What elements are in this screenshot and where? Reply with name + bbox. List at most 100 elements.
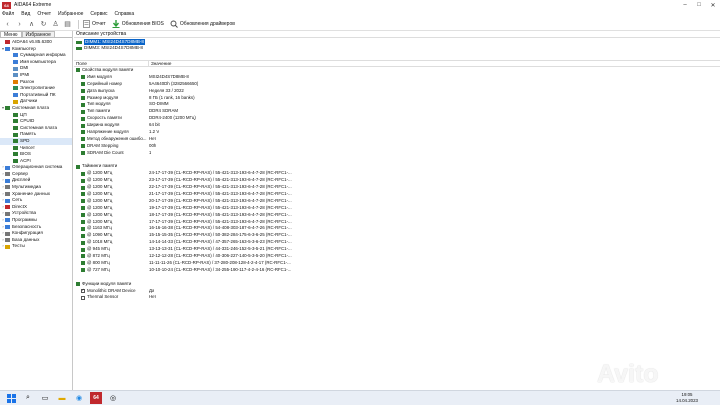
- maximize-icon[interactable]: □: [692, 0, 706, 10]
- property-row[interactable]: Скорость памяти DDR4-2400 (1200 МГц): [74, 115, 720, 122]
- tab-favorites[interactable]: Избранное: [21, 31, 55, 38]
- tree-item[interactable]: › Сеть: [0, 197, 72, 204]
- property-row[interactable]: @ 1200 МГц 22-17-17-39 (CL-RCD-RP-RAS) / …: [74, 184, 720, 191]
- property-row[interactable]: Thermal Sensor Нет: [74, 294, 720, 301]
- tree-item[interactable]: SPD: [0, 137, 72, 145]
- tree-item[interactable]: IPMI: [0, 72, 72, 79]
- property-row[interactable]: @ 1200 МГц 17-17-17-39 (CL-RCD-RP-RAS) / …: [74, 219, 720, 226]
- tree-item[interactable]: › Тесты: [0, 243, 72, 250]
- property-row[interactable]: @ 1200 МГц 18-17-17-39 (CL-RCD-RP-RAS) / …: [74, 212, 720, 219]
- tree-item[interactable]: › Безопасность: [0, 224, 72, 231]
- tree-item[interactable]: Датчики: [0, 98, 72, 105]
- property-row[interactable]: @ 945 МГц 13-13-13-31 (CL-RCD-RP-RAS) / 4…: [74, 246, 720, 253]
- tree-item[interactable]: Электропитание: [0, 85, 72, 92]
- refresh-icon[interactable]: ↻: [39, 20, 48, 29]
- menu-service[interactable]: Сервис: [90, 11, 107, 17]
- driver-update-button[interactable]: Обновления драйверов: [170, 20, 235, 28]
- tree-item[interactable]: › DirectX: [0, 204, 72, 211]
- property-row[interactable]: @ 1200 МГц 20-17-17-39 (CL-RCD-RP-RAS) / …: [74, 198, 720, 205]
- tree-item[interactable]: › Сервер: [0, 171, 72, 178]
- menu-view[interactable]: Вид: [21, 11, 30, 17]
- property-row[interactable]: @ 1200 МГц 24-17-17-39 (CL-RCD-RP-RAS) / …: [74, 170, 720, 177]
- property-row[interactable]: @ 872 МГц 12-12-12-28 (CL-RCD-RP-RAS) / 4…: [74, 253, 720, 260]
- tree-item[interactable]: AIDA64 v6.85.6300: [0, 39, 72, 46]
- property-value: 18-17-17-39 (CL-RCD-RP-RAS) / 55-421-313…: [149, 211, 292, 217]
- tree-item[interactable]: ▾ Системная плата: [0, 105, 72, 112]
- section-row[interactable]: Функции модуля памяти: [74, 281, 720, 288]
- device-item-label: DIMM3: MSI24D4S7D8MB-8: [84, 45, 143, 50]
- user-icon[interactable]: ♙: [51, 20, 60, 29]
- tree-item[interactable]: Чипсет: [0, 145, 72, 152]
- tree-item[interactable]: › Мультимедиа: [0, 184, 72, 191]
- property-row[interactable]: Имя модуля MSI24D4S7D8MB-8: [74, 74, 720, 81]
- device-item-dimm3[interactable]: DIMM3: MSI24D4S7D8MB-8: [76, 45, 720, 51]
- property-row[interactable]: ✓ Monolithic DRAM Device Да: [74, 288, 720, 295]
- tree-item[interactable]: Суммарная информа: [0, 52, 72, 59]
- chart-icon[interactable]: ▤: [63, 20, 72, 29]
- disc-icon[interactable]: ◎: [107, 392, 119, 404]
- tree-item[interactable]: › Конфигурация: [0, 230, 72, 237]
- property-row[interactable]: SDRAM Die Count 1: [74, 150, 720, 157]
- forward-icon[interactable]: ›: [15, 20, 24, 29]
- property-row[interactable]: @ 727 МГц 10-10-10-24 (CL-RCD-RP-RAS) / 3…: [74, 267, 720, 274]
- minimize-icon[interactable]: –: [678, 0, 692, 10]
- property-row[interactable]: Серийный номер 5A4640Dh (3282566650): [74, 81, 720, 88]
- property-row[interactable]: DRAM Stepping 00h: [74, 143, 720, 150]
- property-row[interactable]: @ 1200 МГц 21-17-17-39 (CL-RCD-RP-RAS) / …: [74, 191, 720, 198]
- tree-item[interactable]: › База данных: [0, 237, 72, 244]
- file-explorer-icon[interactable]: ▬: [56, 392, 68, 404]
- tree-item[interactable]: CPUID: [0, 118, 72, 125]
- tree-item[interactable]: ACPI: [0, 158, 72, 165]
- tree-item[interactable]: › Хранение данных: [0, 191, 72, 198]
- bios-update-button[interactable]: Обновления BIOS: [112, 20, 164, 28]
- property-row[interactable]: Метод обнаружения ошибо... Нет: [74, 136, 720, 143]
- tree-item[interactable]: Портативный ПК: [0, 92, 72, 99]
- property-row[interactable]: [74, 157, 720, 164]
- task-view-icon[interactable]: ▭: [39, 392, 51, 404]
- tree-item[interactable]: ▾ Компьютер: [0, 46, 72, 53]
- property-row[interactable]: @ 1163 МГц 16-16-16-38 (CL-RCD-RP-RAS) / …: [74, 225, 720, 232]
- up-icon[interactable]: ∧: [27, 20, 36, 29]
- property-row[interactable]: @ 1090 МГц 15-15-15-35 (CL-RCD-RP-RAS) / …: [74, 232, 720, 239]
- tree-item[interactable]: › Дисплей: [0, 177, 72, 184]
- tree-item[interactable]: Имя компьютера: [0, 59, 72, 66]
- menu-file[interactable]: Файл: [2, 11, 14, 17]
- tree-item[interactable]: Системная плата: [0, 125, 72, 132]
- tree-item[interactable]: › Устройства: [0, 210, 72, 217]
- section-row[interactable]: Свойства модуля памяти: [74, 67, 720, 74]
- tab-menu[interactable]: Меню: [0, 31, 22, 38]
- menu-favorites[interactable]: Избранное: [58, 11, 83, 17]
- edge-browser-icon[interactable]: ◉: [73, 392, 85, 404]
- property-row[interactable]: Ширина модуля 64 bit: [74, 122, 720, 129]
- column-header-field[interactable]: Поле: [74, 61, 149, 66]
- tree-item[interactable]: BIOS: [0, 151, 72, 158]
- menu-help[interactable]: Справка: [115, 11, 135, 17]
- tree-item[interactable]: ЦП: [0, 112, 72, 119]
- property-value: 22-17-17-39 (CL-RCD-RP-RAS) / 55-421-313…: [149, 184, 292, 190]
- report-button[interactable]: Отчет: [82, 20, 106, 28]
- property-row[interactable]: [74, 274, 720, 281]
- tree-item[interactable]: › Программы: [0, 217, 72, 224]
- tree-item[interactable]: DMI: [0, 65, 72, 72]
- system-clock[interactable]: 19:05 14.04.2023: [676, 392, 698, 403]
- property-row[interactable]: Дата выпуска Неделя 33 / 2022: [74, 88, 720, 95]
- property-row[interactable]: @ 1200 МГц 19-17-17-39 (CL-RCD-RP-RAS) / …: [74, 205, 720, 212]
- property-row[interactable]: Тип модуля SO-DIMM: [74, 101, 720, 108]
- close-icon[interactable]: ✕: [706, 0, 720, 10]
- property-row[interactable]: Напряжение модуля 1.2 V: [74, 129, 720, 136]
- tree-item[interactable]: Память: [0, 131, 72, 138]
- property-row[interactable]: Тип памяти DDR4 SDRAM: [74, 108, 720, 115]
- property-row[interactable]: @ 800 МГц 11-11-11-26 (CL-RCD-RP-RAS) / 3…: [74, 260, 720, 267]
- back-icon[interactable]: ‹: [3, 20, 12, 29]
- search-icon[interactable]: ⌕: [22, 392, 34, 404]
- property-row[interactable]: @ 1018 МГц 14-14-14-33 (CL-RCD-RP-RAS) / …: [74, 239, 720, 246]
- menu-report[interactable]: Отчет: [37, 11, 51, 17]
- tree-item[interactable]: Разгон: [0, 79, 72, 86]
- start-icon[interactable]: [5, 392, 17, 404]
- property-row[interactable]: @ 1200 МГц 23-17-17-39 (CL-RCD-RP-RAS) / …: [74, 177, 720, 184]
- property-row[interactable]: Размер модуля 8 ГБ (1 rank, 16 banks): [74, 95, 720, 102]
- section-row[interactable]: Тайминги памяти: [74, 163, 720, 170]
- aida64-taskbar-icon[interactable]: 64: [90, 392, 102, 404]
- tree-item[interactable]: › Операционная система: [0, 164, 72, 171]
- column-header-value[interactable]: Значение: [149, 61, 171, 66]
